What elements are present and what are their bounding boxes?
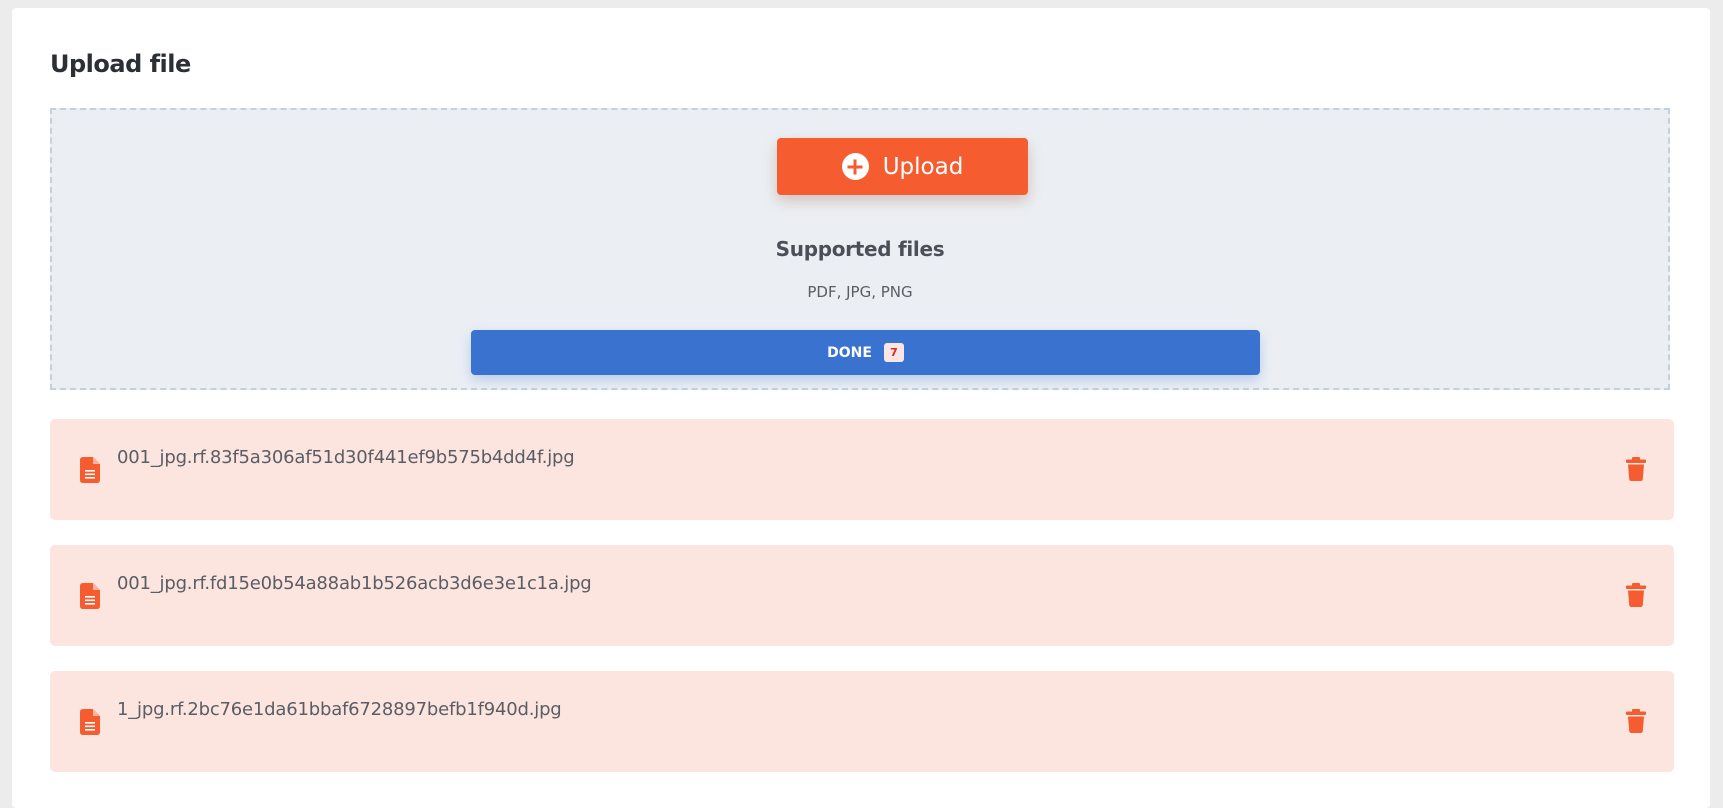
file-icon [80,709,100,735]
trash-icon[interactable] [1626,457,1646,481]
done-button[interactable]: DONE 7 [471,330,1260,375]
file-count-badge: 7 [883,343,904,362]
upload-button[interactable]: Upload [777,138,1028,195]
file-dropzone[interactable]: Upload Supported files PDF, JPG, PNG DON… [50,108,1670,390]
trash-icon[interactable] [1626,583,1646,607]
file-name: 001_jpg.rf.83f5a306af51d30f441ef9b575b4d… [117,447,575,468]
file-item: 001_jpg.rf.fd15e0b54a88ab1b526acb3d6e3e1… [50,545,1674,646]
page-title: Upload file [50,50,191,78]
file-item: 1_jpg.rf.2bc76e1da61bbaf6728897befb1f940… [50,671,1674,772]
trash-icon[interactable] [1626,709,1646,733]
upload-card: Upload file Upload Supported files PDF, … [12,8,1710,808]
supported-file-types: PDF, JPG, PNG [807,283,913,301]
file-name: 001_jpg.rf.fd15e0b54a88ab1b526acb3d6e3e1… [117,573,592,594]
plus-circle-icon [841,153,869,180]
file-icon [80,583,100,609]
file-name: 1_jpg.rf.2bc76e1da61bbaf6728897befb1f940… [117,699,562,720]
uploaded-file-list: 001_jpg.rf.83f5a306af51d30f441ef9b575b4d… [50,419,1674,797]
upload-button-label: Upload [882,153,964,180]
supported-files-heading: Supported files [775,237,945,261]
file-item: 001_jpg.rf.83f5a306af51d30f441ef9b575b4d… [50,419,1674,520]
file-icon [80,457,100,483]
done-button-label: DONE [827,344,872,361]
